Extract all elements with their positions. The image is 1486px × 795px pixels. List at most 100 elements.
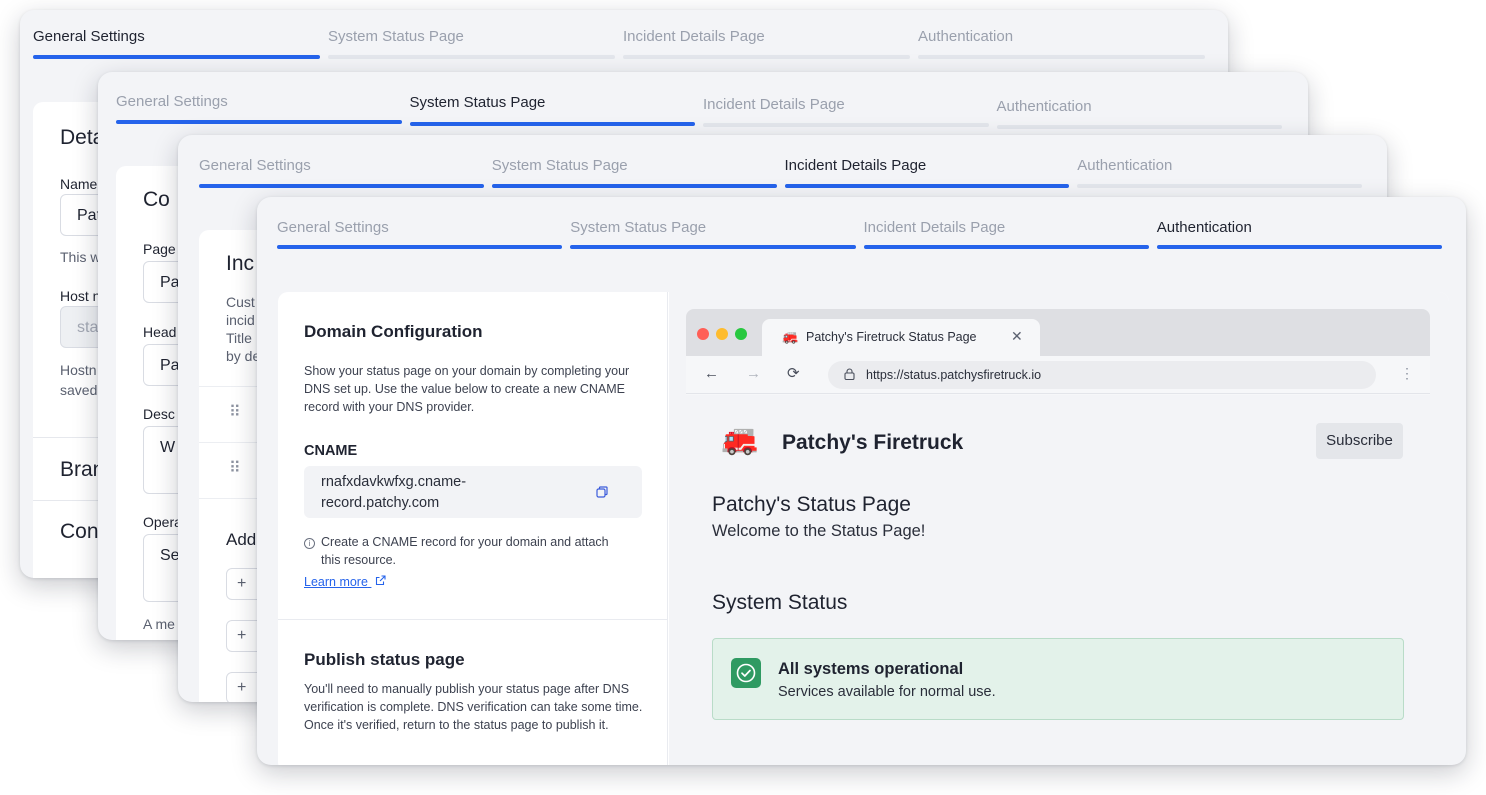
tab-label: Authentication (996, 98, 1092, 115)
url-text: https://status.patchysfiretruck.io (866, 368, 1041, 382)
domain-config-description: Show your status page on your domain by … (304, 364, 630, 414)
cname-value-line1: rnafxdavkwfxg.cname- (321, 474, 467, 490)
tab-label: System Status Page (328, 28, 464, 45)
tab-incident-details-page[interactable]: Incident Details Page (703, 72, 997, 132)
domain-config-title: Domain Configuration (304, 322, 483, 341)
tab-incident-details-page[interactable]: Incident Details Page (863, 197, 1157, 257)
tab-incident-details-page[interactable]: Incident Details Page (623, 10, 918, 70)
tab-general-settings[interactable]: General Settings (199, 135, 492, 195)
tab-label: General Settings (116, 93, 228, 110)
status-subtitle: Services available for normal use. (778, 684, 996, 700)
url-host: status.patchysfiretruck.io (903, 368, 1042, 382)
description-value: W (160, 439, 176, 456)
lock-icon (844, 367, 856, 381)
url-prefix: https:// (866, 368, 904, 382)
domain-config-section: Domain Configuration Show your status pa… (278, 292, 668, 620)
operational-value: Se (160, 547, 180, 564)
tab-label: General Settings (277, 219, 389, 236)
tab-label: Incident Details Page (784, 157, 927, 174)
tab-system-status-page[interactable]: System Status Page (409, 72, 704, 132)
tab-authentication[interactable]: Authentication (1077, 135, 1370, 195)
section-heading: Co (143, 188, 170, 211)
reload-icon[interactable]: ⟳ (787, 364, 800, 382)
minimize-window-dot[interactable] (716, 328, 728, 340)
intro-line2: incid (226, 312, 255, 328)
favicon-icon: 🚒 (782, 329, 799, 344)
publish-description: You'll need to manually publish your sta… (304, 682, 643, 732)
status-page-title: Patchy's Status Page (712, 493, 911, 516)
tab-label: System Status Page (409, 94, 546, 111)
learn-more-label: Learn more (304, 575, 368, 589)
tab-general-settings[interactable]: General Settings (116, 72, 410, 132)
copy-icon[interactable] (596, 485, 608, 498)
tab-system-status-page[interactable]: System Status Page (328, 10, 623, 70)
tab-system-status-page[interactable]: System Status Page (491, 135, 785, 195)
tab-authentication[interactable]: Authentication (1156, 197, 1450, 257)
name-label: Name (60, 176, 98, 192)
right-preview-area: 🚒 Patchy's Firetruck Status Page ✕ ← → ⟳… (669, 292, 1449, 765)
tab-authentication[interactable]: Authentication (996, 72, 1291, 132)
tab-bar: General Settings System Status Page Inci… (20, 10, 1228, 70)
cname-note: Create a CNAME record for your domain an… (321, 535, 609, 567)
status-title: All systems operational (778, 660, 964, 678)
cname-label: CNAME (304, 443, 358, 459)
tab-label: General Settings (33, 28, 145, 45)
learn-more-link[interactable]: Learn more (304, 575, 386, 589)
status-page-content: 🚒 Patchy's Firetruck Subscribe Patchy's … (686, 395, 1430, 765)
tab-authentication[interactable]: Authentication (918, 10, 1213, 70)
brand-name: Patchy's Firetruck (782, 431, 964, 454)
section-configuration[interactable]: Con (60, 520, 99, 544)
plus-icon: + (237, 679, 247, 696)
more-menu-icon[interactable]: ⋮ (1400, 365, 1414, 382)
close-window-dot[interactable] (697, 328, 709, 340)
operational-label: Opera (143, 514, 182, 530)
tab-incident-details-page[interactable]: Incident Details Page (784, 135, 1078, 195)
tab-label: Incident Details Page (703, 96, 845, 113)
tab-general-settings[interactable]: General Settings (277, 197, 570, 257)
tab-bar: General Settings System Status Page Inci… (98, 72, 1308, 132)
tab-label: Incident Details Page (623, 28, 765, 45)
header-label: Head (143, 324, 177, 340)
tab-bar: General Settings System Status Page Inci… (178, 135, 1387, 195)
tab-general-settings[interactable]: General Settings (33, 10, 328, 70)
tab-bar: General Settings System Status Page Inci… (257, 197, 1466, 257)
browser-toolbar: ← → ⟳ https://status.patchysfiretruck.io… (686, 356, 1430, 394)
back-arrow-icon[interactable]: ← (704, 365, 719, 382)
hostname-note-line2: saved (60, 382, 98, 398)
host-input-value: sta (77, 319, 99, 336)
forward-arrow-icon[interactable]: → (746, 365, 761, 382)
tab-system-status-page[interactable]: System Status Page (570, 197, 863, 257)
operational-footnote: A me (143, 616, 175, 632)
description-label: Desc (143, 406, 175, 422)
drag-handle-icon[interactable]: ⠿ (229, 402, 242, 422)
plus-icon: + (237, 627, 247, 644)
maximize-window-dot[interactable] (735, 328, 747, 340)
tab-label: General Settings (199, 157, 311, 174)
name-helper-text: This w (60, 249, 101, 265)
page-input-value: Pa (160, 274, 180, 291)
tab-label: System Status Page (570, 219, 707, 236)
hostname-note-line1: Hostn (60, 362, 97, 378)
tab-label: System Status Page (491, 157, 628, 174)
browser-tab-title: Patchy's Firetruck Status Page (806, 330, 977, 344)
address-bar[interactable]: https://status.patchysfiretruck.io (828, 361, 1376, 389)
tab-label: Authentication (918, 28, 1014, 45)
drag-handle-icon[interactable]: ⠿ (229, 458, 242, 478)
domain-settings-panel: Domain Configuration Show your status pa… (278, 292, 1449, 765)
intro-line4: by de (226, 348, 261, 364)
browser-titlebar: 🚒 Patchy's Firetruck Status Page ✕ (686, 309, 1430, 356)
cname-value-box: rnafxdavkwfxg.cname- record.patchy.com (304, 466, 642, 518)
add-section-heading: Add (226, 530, 257, 549)
intro-line3: Title (226, 330, 252, 346)
host-label: Host n (60, 288, 101, 304)
tab-label: Authentication (1156, 219, 1252, 236)
browser-tab[interactable]: 🚒 Patchy's Firetruck Status Page ✕ (762, 319, 1040, 356)
tab-label: Authentication (1077, 157, 1173, 174)
brand-logo: 🚒 (721, 423, 759, 456)
tab-close-icon[interactable]: ✕ (1011, 328, 1023, 345)
subscribe-button[interactable]: Subscribe (1316, 423, 1403, 459)
plus-icon: + (237, 575, 247, 592)
intro-line1: Cust (226, 294, 255, 310)
header-input-value: Pa (160, 357, 180, 374)
publish-section: Publish status page You'll need to manua… (278, 620, 668, 765)
